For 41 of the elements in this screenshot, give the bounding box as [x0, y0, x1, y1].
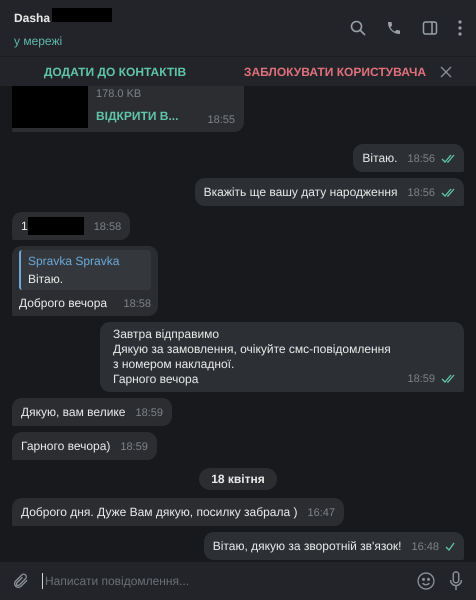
message-text: Доброго дня. Дуже Вам дякую, посилку забрала ): [21, 504, 298, 521]
message-time: 16:48: [411, 540, 439, 554]
contact-name: Dasha: [14, 10, 50, 27]
message-text: Дякую, вам велике: [21, 404, 126, 421]
open-file-link[interactable]: ВІДКРИТИ В...: [96, 106, 190, 124]
emoji-icon[interactable]: [416, 571, 436, 591]
message-text: Дякую за замовлення, очікуйте смс-повідомлення з номером накладної.: [113, 342, 392, 372]
message-text: Завтра відправимо: [113, 327, 220, 342]
message-time: 18:58: [94, 220, 122, 234]
quote-author: Spravka Spravka: [28, 253, 120, 270]
reply-quote[interactable]: Spravka Spravka Вітаю.: [19, 250, 151, 290]
message-time: 18:59: [407, 372, 435, 386]
message-text: 1: [21, 218, 28, 235]
message-time: 18:58: [123, 296, 151, 312]
date-badge: 18 квітня: [199, 468, 277, 490]
block-user-button[interactable]: ЗАБЛОКУВАТИ КОРИСТУВАЧА: [230, 62, 440, 80]
message-text: Вітаю.: [362, 150, 398, 167]
message-text: Гарного вечора: [113, 372, 200, 387]
file-size: 178.0 KB: [96, 87, 142, 102]
phone-icon[interactable]: [386, 20, 402, 36]
message-time: 18:59: [120, 440, 148, 454]
message-text: Доброго вечора: [19, 295, 108, 312]
add-contact-button[interactable]: ДОДАТИ ДО КОНТАКТІВ: [0, 62, 230, 80]
more-icon[interactable]: [458, 20, 462, 36]
redaction-mark: [28, 217, 84, 235]
close-icon[interactable]: [440, 66, 452, 78]
message-time: 16:47: [307, 506, 335, 520]
message-time: 18:55: [207, 112, 235, 128]
message-time: 18:56: [407, 186, 435, 200]
message-text: Гарного вечора): [21, 438, 110, 455]
quote-text: Вітаю.: [28, 271, 64, 288]
message-text: Вкажіть ще вашу дату народження: [204, 184, 398, 201]
message-field[interactable]: Написати повідомлення...: [0, 562, 476, 600]
message-time: 18:59: [135, 406, 163, 420]
message-time: 18:56: [407, 152, 435, 166]
message-text: Вітаю, дякую за зворотній зв'язок!: [212, 538, 402, 555]
paperclip-icon[interactable]: [12, 572, 30, 590]
sidebar-toggle-icon[interactable]: [422, 20, 438, 36]
online-status: у мережі: [14, 33, 64, 50]
search-icon[interactable]: [350, 20, 366, 36]
microphone-icon[interactable]: [448, 571, 464, 591]
